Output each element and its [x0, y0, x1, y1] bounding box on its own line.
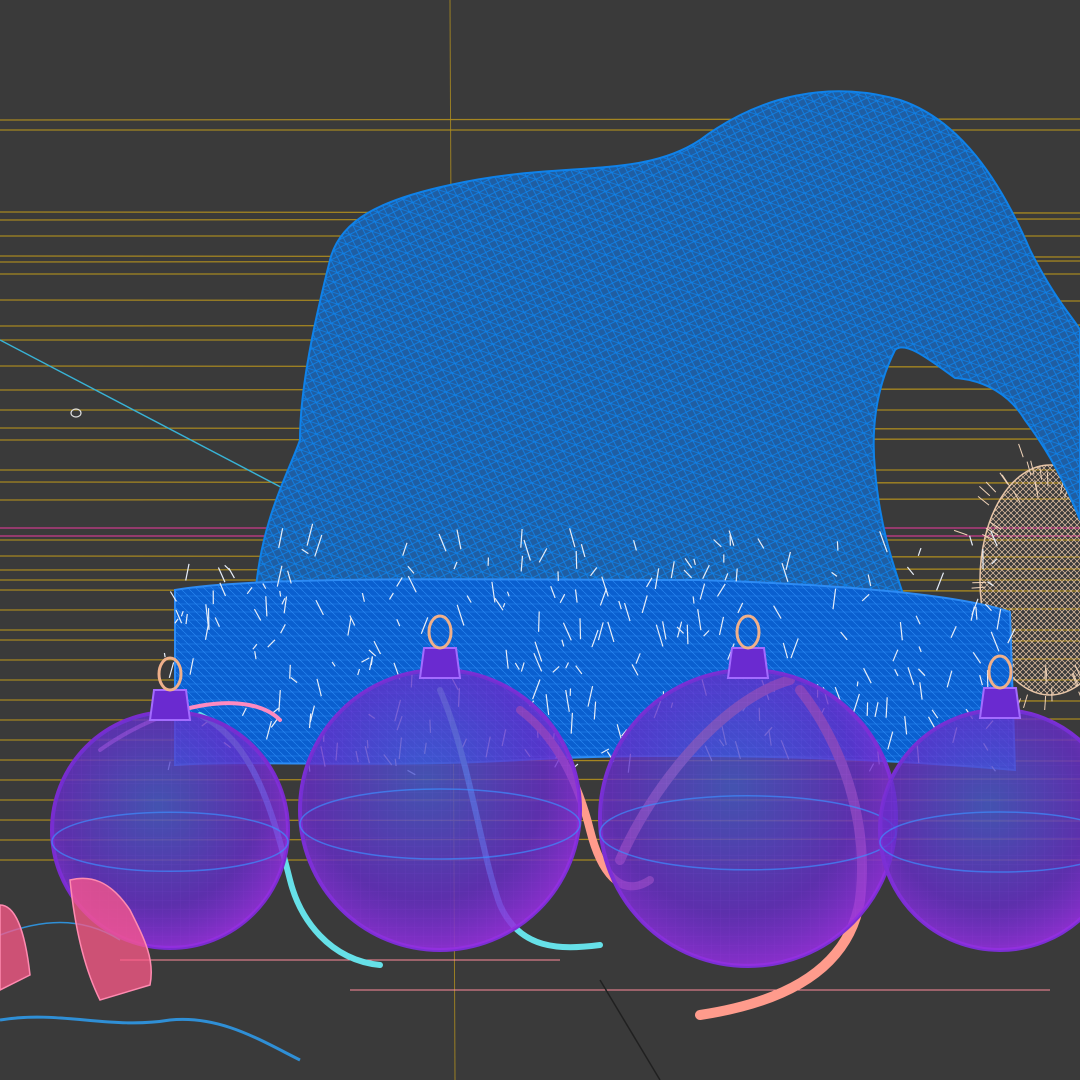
santa-hat[interactable]: [253, 90, 1080, 601]
3d-viewport[interactable]: [0, 0, 1080, 1080]
wireframe-scene[interactable]: [0, 0, 1080, 1080]
